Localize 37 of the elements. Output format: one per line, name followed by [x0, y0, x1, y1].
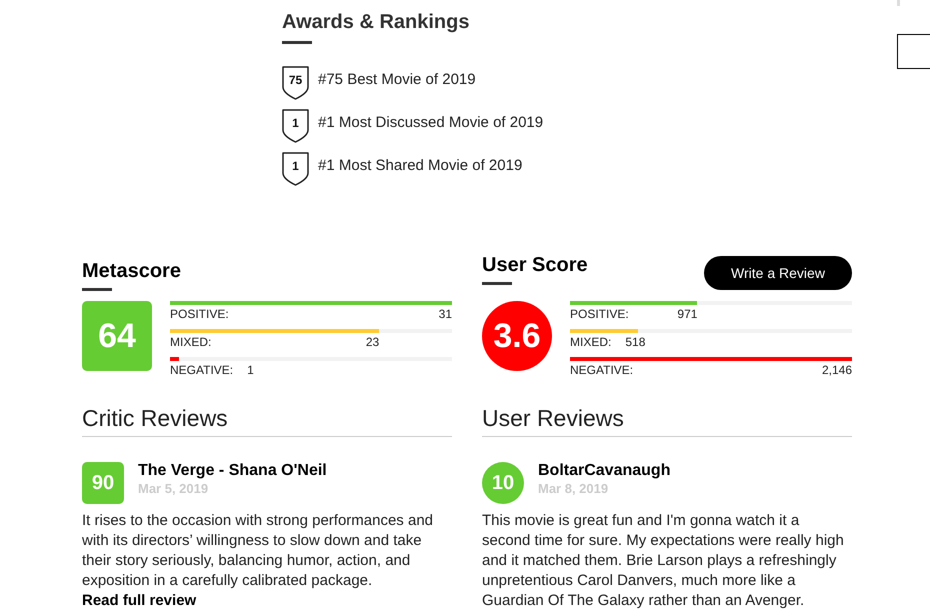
rank-badge: 75	[282, 66, 309, 100]
sentiment-label: NEGATIVE:	[570, 362, 634, 378]
title-underline	[282, 41, 312, 44]
review-score-badge: 90	[82, 462, 124, 504]
sentiment-label: MIXED:	[570, 334, 612, 350]
review-score-badge: 10	[482, 462, 524, 504]
outlined-box	[897, 34, 930, 69]
section-heading: Critic Reviews	[82, 404, 452, 437]
award-text: #1 Most Shared Movie of 2019	[318, 157, 522, 175]
section-title: Metascore	[82, 260, 181, 282]
sentiment-label: POSITIVE:	[570, 306, 629, 322]
user-score-badge: 3.6	[482, 301, 552, 371]
reviewer-name: BoltarCavanaugh	[538, 462, 670, 480]
sentiment-label: POSITIVE:	[170, 306, 229, 322]
write-review-button[interactable]: Write a Review	[704, 256, 852, 290]
review-text: It rises to the occasion with strong performances and with its directors’ willingness to slow down and take their story seriously, balancing humor, action, and exposition in a carefully calibrated package. Read full review	[82, 511, 434, 611]
rank-badge: 1	[282, 109, 309, 143]
reviewer-name: The Verge - Shana O'Neil	[138, 462, 327, 480]
award-text: #75 Best Movie of 2019	[318, 71, 476, 89]
award-text: #1 Most Discussed Movie of 2019	[318, 114, 544, 132]
review-count: 518	[625, 334, 646, 350]
review-count: 1	[247, 362, 254, 378]
section-heading: User Reviews	[482, 404, 852, 437]
review-count: 23	[366, 334, 380, 350]
metascore-badge: 64	[82, 301, 152, 371]
sentiment-label: MIXED:	[170, 334, 212, 350]
section-title: Awards & Rankings	[282, 10, 470, 34]
read-more-link[interactable]: Read full review	[82, 592, 196, 609]
title-underline	[82, 288, 112, 291]
review-count: 2,146	[822, 362, 852, 378]
title-underline	[482, 282, 512, 285]
sentiment-label: NEGATIVE:	[170, 362, 234, 378]
review-text: This movie is great fun and I'm gonna watch it a second time for sure. My expectations were really high and it matched them. Brie Larson plays a refreshingly unpretentious Carol Danvers, much more like a Guardian Of The Galaxy rather than an Avenger.	[482, 511, 845, 611]
section-title: User Score	[482, 254, 588, 276]
rank-badge: 1	[282, 152, 309, 186]
review-count: 31	[438, 306, 452, 322]
review-count: 971	[677, 306, 698, 322]
